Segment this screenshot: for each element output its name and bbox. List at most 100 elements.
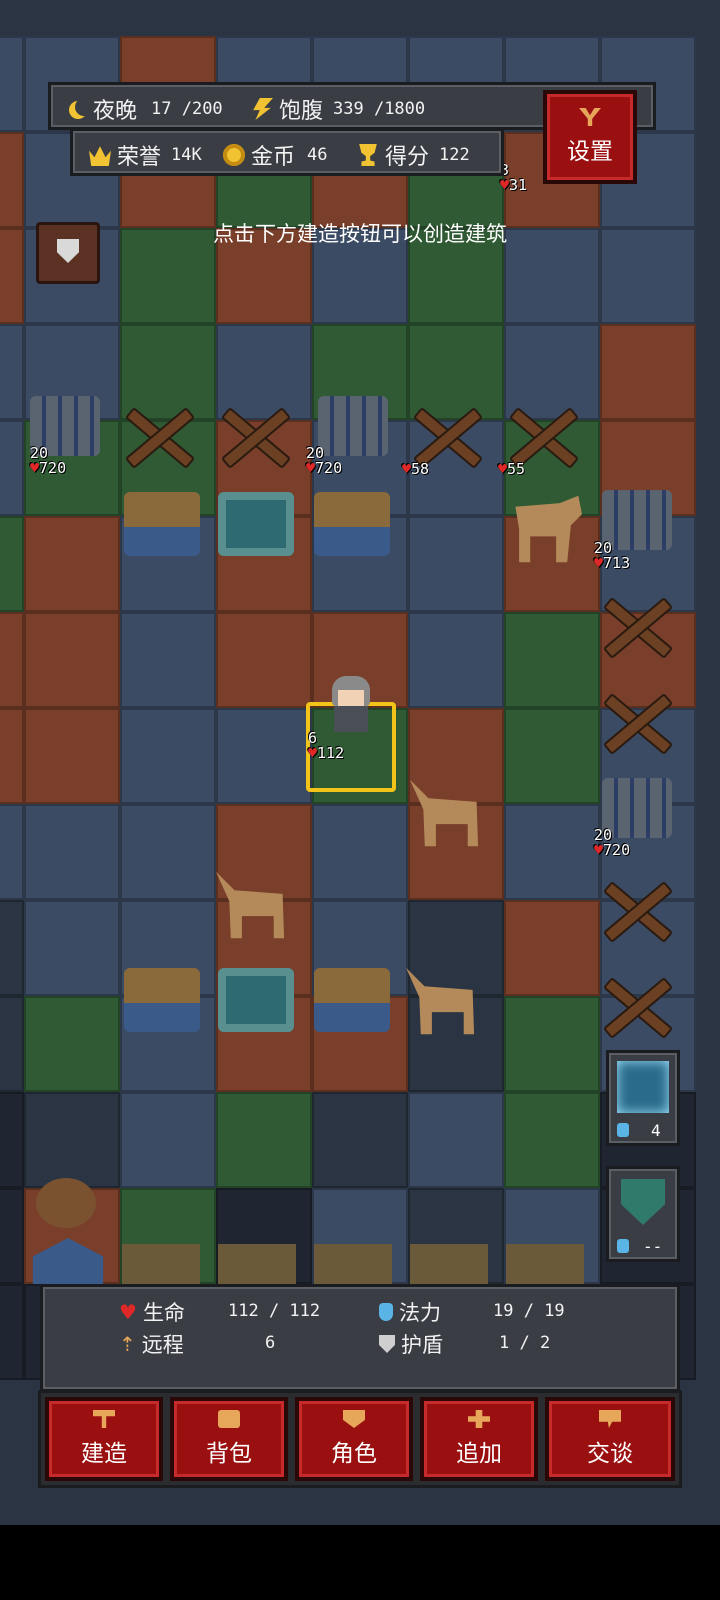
crafting-building[interactable] (314, 968, 390, 1032)
map-tile[interactable] (408, 1092, 504, 1188)
character-button[interactable]: 角色 (295, 1397, 413, 1481)
map-tile[interactable] (312, 1092, 408, 1188)
map-tile[interactable] (504, 708, 600, 804)
map-tile[interactable] (0, 516, 24, 612)
map-tile[interactable] (0, 1092, 24, 1188)
build-hint-text: 点击下方建造按钮可以创造建筑 (213, 222, 507, 246)
map-tile[interactable] (120, 708, 216, 804)
hunger-icon (253, 98, 273, 120)
map-tile[interactable] (0, 36, 24, 132)
mana-label: 法力 (399, 1301, 441, 1325)
spike-barricade[interactable] (120, 398, 196, 474)
map-tile[interactable] (408, 900, 504, 996)
map-tile[interactable] (504, 900, 600, 996)
map-tile[interactable] (408, 516, 504, 612)
archers-4-counter: 20 ♥720 (594, 826, 631, 859)
character-shield-icon (343, 1410, 365, 1428)
map-tile[interactable] (0, 996, 24, 1092)
spike-barricade[interactable] (598, 684, 674, 760)
time-label: 夜晚 (93, 99, 138, 124)
map-tile[interactable] (408, 708, 504, 804)
map-tile[interactable] (408, 612, 504, 708)
map-tile[interactable] (0, 132, 24, 228)
map-tile[interactable] (600, 324, 696, 420)
horned-helmet-icon (36, 1178, 96, 1228)
map-tile[interactable] (504, 1092, 600, 1188)
map-tile[interactable] (504, 612, 600, 708)
hunger-label: 饱腹 (279, 99, 324, 124)
shield-value: 1 / 2 (499, 1333, 551, 1353)
map-tile[interactable] (120, 612, 216, 708)
archers-3-counter: 20 ♥713 (594, 539, 631, 572)
add-button[interactable]: 追加 (420, 1397, 538, 1481)
glass-building[interactable] (218, 492, 294, 556)
build-button[interactable]: 建造 (45, 1397, 163, 1481)
player-counter: 6 ♥112 (308, 729, 345, 762)
map-tile[interactable] (216, 708, 312, 804)
wall-segment (122, 1244, 592, 1284)
spike-barricade[interactable] (598, 872, 674, 948)
plus-icon (468, 1410, 490, 1428)
map-tile[interactable] (0, 708, 24, 804)
map-tile[interactable] (216, 612, 312, 708)
crafting-building[interactable] (124, 968, 200, 1032)
spike-barricade[interactable] (216, 398, 292, 474)
bag-button[interactable]: 背包 (170, 1397, 288, 1481)
map-tile[interactable] (216, 1092, 312, 1188)
map-tile[interactable] (504, 804, 600, 900)
score-label: 得分 (385, 145, 430, 170)
shield-icon (379, 1335, 395, 1353)
game-map[interactable]: 3 ♥31 20 ♥720 20 ♥720 ♥58 ♥55 20 ♥713 6 ♥ 112 … (0, 0, 720, 1525)
map-tile[interactable] (24, 612, 120, 708)
map-tile[interactable] (0, 1284, 24, 1380)
spike-barricade[interactable] (598, 968, 674, 1044)
map-tile[interactable] (216, 804, 312, 900)
map-tile[interactable] (0, 420, 24, 516)
glass-building[interactable] (218, 968, 294, 1032)
player-character[interactable] (326, 676, 376, 734)
honor-value: 14K (171, 145, 202, 165)
map-tile[interactable] (0, 1188, 24, 1284)
gold-label: 金币 (251, 145, 296, 170)
crafting-building[interactable] (314, 492, 390, 556)
hammer-icon (93, 1410, 115, 1428)
map-tile[interactable] (0, 612, 24, 708)
shield-icon (621, 1179, 665, 1225)
map-tile[interactable] (24, 996, 120, 1092)
lightning-icon (617, 1061, 669, 1113)
map-tile[interactable] (24, 516, 120, 612)
map-tile[interactable] (312, 804, 408, 900)
gold-value: 46 (307, 145, 328, 165)
lightning-cost: 4 (651, 1121, 661, 1140)
lightning-skill-slot[interactable]: 4 (606, 1050, 680, 1146)
map-tile[interactable] (504, 996, 600, 1092)
action-bar: 建造 背包 角色 追加 交谈 (38, 1390, 682, 1488)
map-tile[interactable] (24, 804, 120, 900)
mana-potion-icon (379, 1303, 393, 1321)
character-label: 角色 (331, 1441, 377, 1467)
settings-button[interactable]: 设置 (543, 90, 637, 184)
bag-label: 背包 (206, 1441, 252, 1467)
map-tile[interactable] (120, 804, 216, 900)
hp-label: 生命 (142, 1301, 185, 1325)
map-tile[interactable] (120, 1092, 216, 1188)
player-stats-panel: ♥ 生命 112 / 112 ⇡ 远程 6 法力 19 / 19 护盾 1 / … (40, 1284, 680, 1392)
shield-skill-slot[interactable]: -- (606, 1166, 680, 1262)
spike-barricade[interactable] (598, 588, 674, 664)
mana-potion-icon (617, 1123, 629, 1137)
talk-button[interactable]: 交谈 (545, 1397, 675, 1481)
hp-value: 112 / 112 (228, 1301, 321, 1321)
map-tile[interactable] (0, 324, 24, 420)
map-tile[interactable] (24, 900, 120, 996)
map-tile[interactable] (0, 804, 24, 900)
time-value: 17 /200 (151, 99, 223, 119)
trophy-icon (359, 144, 377, 166)
map-tile[interactable] (24, 1092, 120, 1188)
build-label: 建造 (81, 1441, 127, 1467)
archers-2-counter: 20 ♥720 (306, 444, 343, 477)
map-tile[interactable] (0, 900, 24, 996)
settings-label: 设置 (567, 139, 613, 165)
range-value: 6 (265, 1333, 276, 1353)
map-tile[interactable] (24, 708, 120, 804)
crafting-building[interactable] (124, 492, 200, 556)
